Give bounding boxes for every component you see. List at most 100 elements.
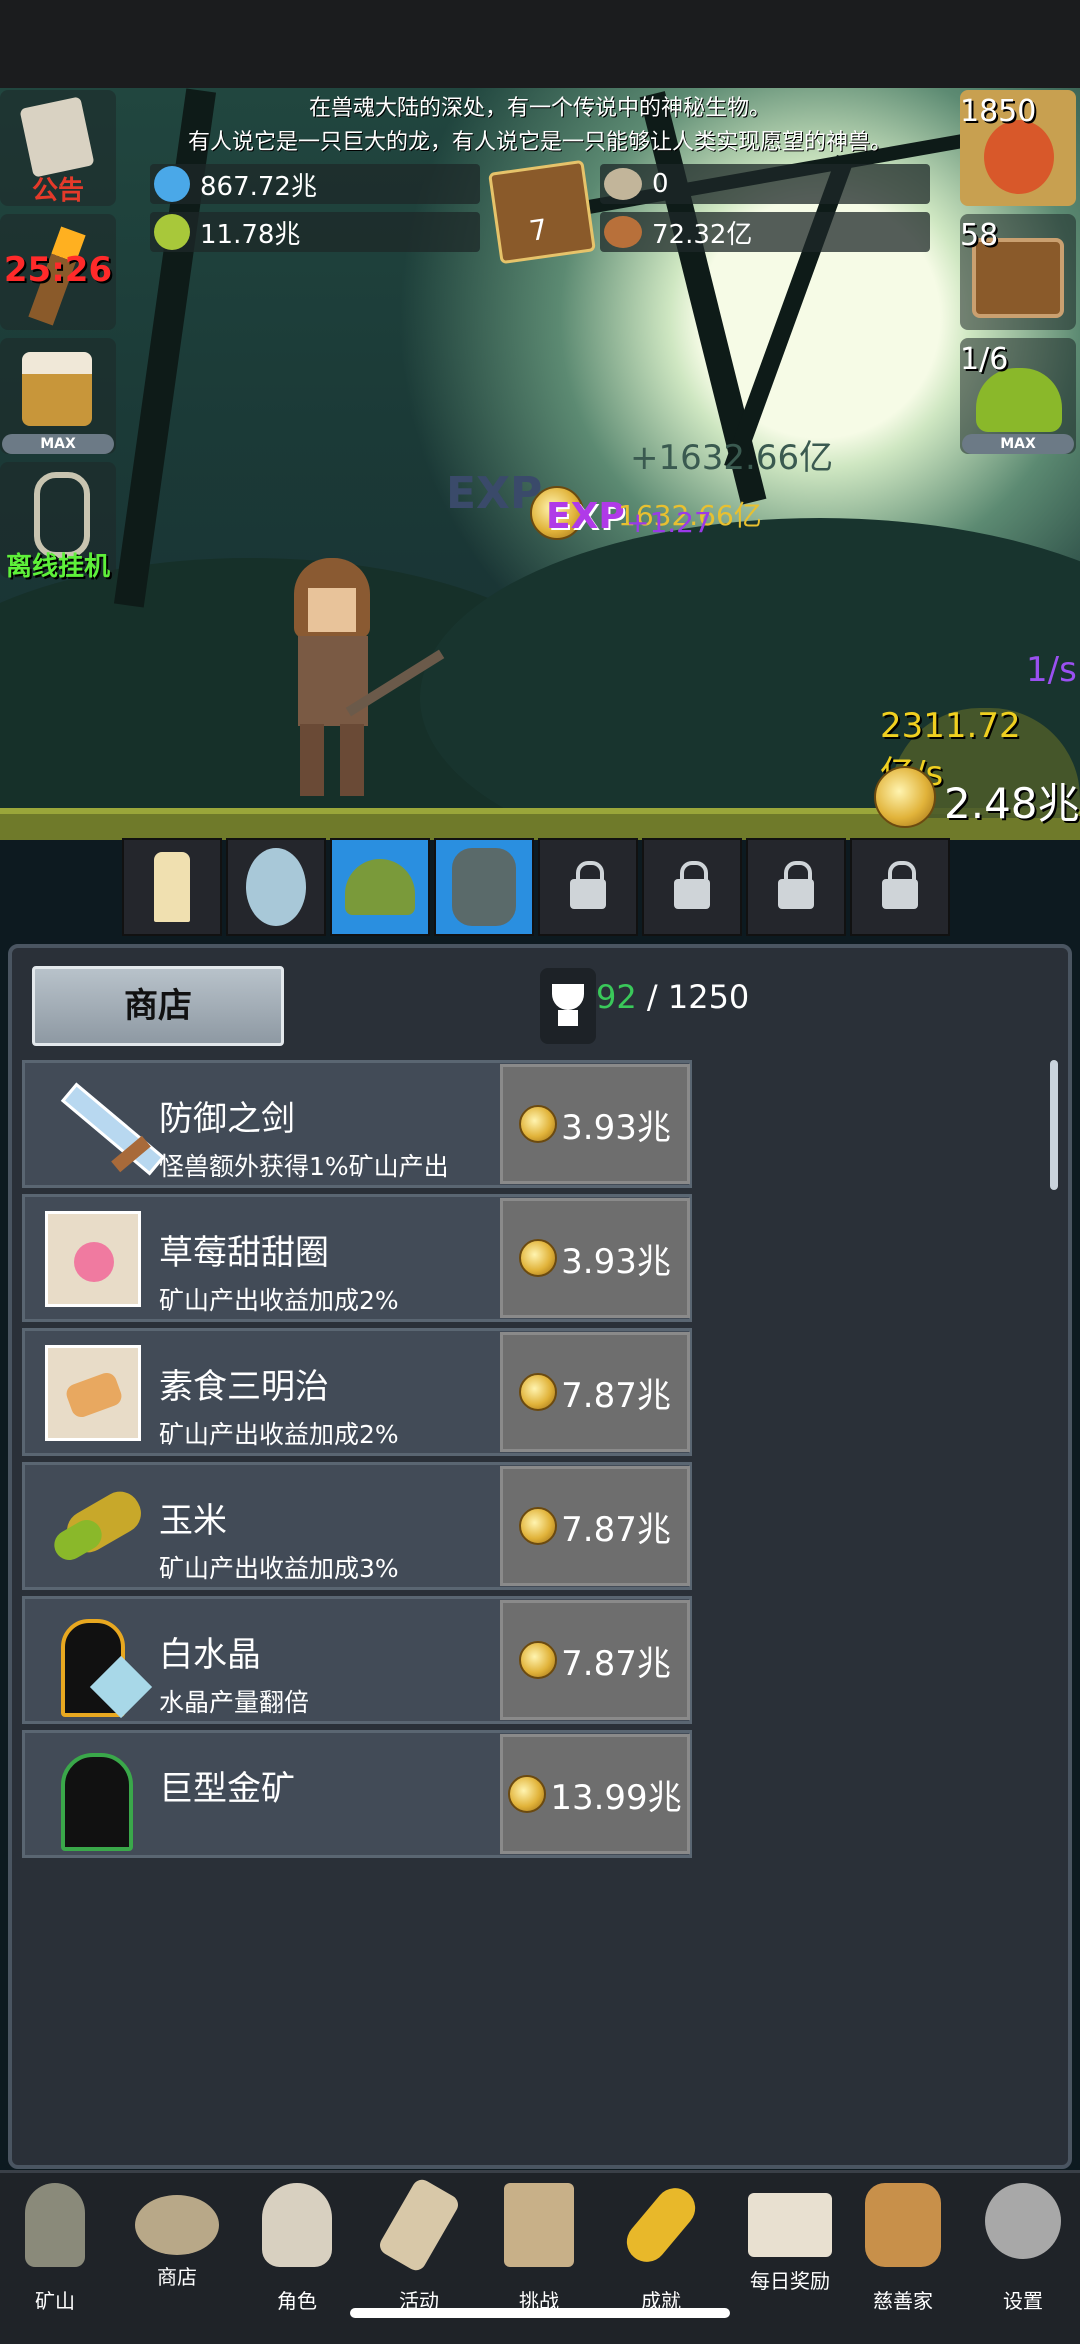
slot-slime[interactable] [330,838,430,936]
scroll-icon [376,2176,462,2274]
nav-achievements[interactable]: 成就 [606,2179,716,2314]
item-desc: 矿山产出收益加成3% [159,1554,399,1583]
slot-candle[interactable] [122,838,222,936]
mine-silhouette-icon [45,1747,141,1851]
buy-button[interactable]: 7.87兆 [500,1466,690,1586]
nav-events[interactable]: 活动 [364,2176,474,2314]
item-name: 玉米 [159,1501,227,1541]
buy-button[interactable]: 13.99兆 [500,1734,690,1854]
sandwich-card-icon [45,1345,141,1441]
exp-rate-text: 1/s [1026,650,1077,690]
resource-green-potion: 11.78兆 [150,212,480,252]
scrollbar[interactable] [1050,1060,1058,1190]
coin-icon [519,1373,558,1411]
price-label: 7.87兆 [561,1509,671,1550]
coin-icon [519,1105,558,1143]
nav-settings[interactable]: 设置 [968,2183,1078,2314]
coin-icon [519,1239,558,1277]
nav-label: 慈善家 [873,2289,933,2313]
candle-icon [154,852,190,922]
nav-daily-reward[interactable]: 每日奖励 [726,2183,854,2294]
stone-value: 0 [652,169,669,199]
home-indicator[interactable] [350,2308,730,2318]
coin-total-text: 2.48兆 [944,779,1080,828]
chest-button[interactable]: 58 [960,214,1076,330]
trophy-progress: 92 / 1250 [596,978,749,1016]
nav-philanthropist[interactable]: 慈善家 [848,2183,958,2314]
envelope-icon [748,2193,832,2257]
shop-tab[interactable]: 商店 [32,966,284,1046]
resource-stone: 0 [600,164,930,204]
green-potion-icon [154,214,190,250]
nav-challenge[interactable]: 挑战 [484,2183,594,2314]
chest-count: 58 [960,218,999,253]
shop-item-list[interactable]: 防御之剑 怪兽额外获得1%矿山产出 3.93兆 草莓甜甜圈 矿山产出收益加成2%… [22,1060,1058,2155]
buy-button[interactable]: 3.93兆 [500,1064,690,1184]
coin-icon [508,1775,547,1813]
item-name: 草莓甜甜圈 [159,1233,329,1273]
book-count: 7 [527,212,550,248]
egg-icon [246,848,306,926]
lock-icon [882,861,918,909]
item-desc: 怪兽额外获得1%矿山产出 [159,1152,449,1181]
nav-shop[interactable]: 商店 [122,2183,232,2290]
nav-label: 设置 [1003,2289,1043,2313]
gear-icon [985,2183,1061,2259]
nav-label: 矿山 [35,2289,75,2313]
coin-total-icon [874,766,936,828]
sword-icon [45,1077,166,1176]
offline-idle-button[interactable]: 离线挂机 [0,462,116,582]
slime-icon [345,859,415,915]
potion-shop-button[interactable]: 1850 [960,90,1076,206]
item-name: 巨型金矿 [159,1769,295,1809]
trophy-total: 1250 [667,978,750,1016]
potion-count: 1850 [960,94,1037,129]
lantern-icon [25,2183,85,2267]
blue-potion-value: 867.72兆 [200,171,317,202]
green-slime-icon [976,368,1062,432]
coin-icon [519,1507,558,1545]
resource-blue-potion: 867.72兆 [150,164,480,204]
green-potion-value: 11.78兆 [200,219,301,250]
exp-gain-text: +1.27 [626,506,712,539]
buy-button[interactable]: 7.87兆 [500,1600,690,1720]
item-name: 素食三明治 [159,1367,329,1407]
timer-label: 25:26 [3,250,113,290]
item-desc: 矿山产出收益加成2% [159,1286,399,1315]
slime-button[interactable]: 1/6 MAX [960,338,1076,454]
torch-timer-button[interactable]: 25:26 [0,214,116,330]
slot-egg[interactable] [226,838,326,936]
book-button[interactable]: 7 [488,159,596,265]
item-name: 白水晶 [159,1635,261,1675]
corn-icon [45,1479,149,1575]
buy-button[interactable]: 7.87兆 [500,1332,690,1452]
slot-locked-2[interactable] [642,838,742,936]
slot-locked-3[interactable] [746,838,846,936]
map-icon [504,2183,574,2267]
monster-slots [122,838,950,936]
slot-locked-1[interactable] [538,838,638,936]
exp-ghost-label: EXP [446,468,543,519]
nav-mine[interactable]: 矿山 [0,2183,110,2314]
buy-button[interactable]: 3.93兆 [500,1198,690,1318]
scroll-icon [19,96,95,178]
lock-icon [778,861,814,909]
beer-boost-button[interactable]: MAX [0,338,116,454]
slot-locked-4[interactable] [850,838,950,936]
nav-character[interactable]: 角色 [242,2183,352,2314]
nav-label: 每日奖励 [750,2269,830,2293]
coin-icon [519,1641,558,1679]
trophy-current: 92 [596,978,637,1016]
crystal-silhouette-icon [45,1613,153,1719]
slot-zombie[interactable] [434,838,534,936]
donut-card-icon [45,1211,141,1307]
item-name: 防御之剑 [159,1099,295,1139]
item-desc: 水晶产量翻倍 [159,1688,310,1717]
red-potion-icon [984,120,1054,194]
stone-icon [604,168,642,200]
zombie-icon [452,848,516,926]
nav-label: 角色 [277,2289,317,2313]
blue-potion-icon [154,166,190,202]
bread-icon [865,2183,941,2267]
notice-button[interactable]: 公告 [0,90,116,206]
